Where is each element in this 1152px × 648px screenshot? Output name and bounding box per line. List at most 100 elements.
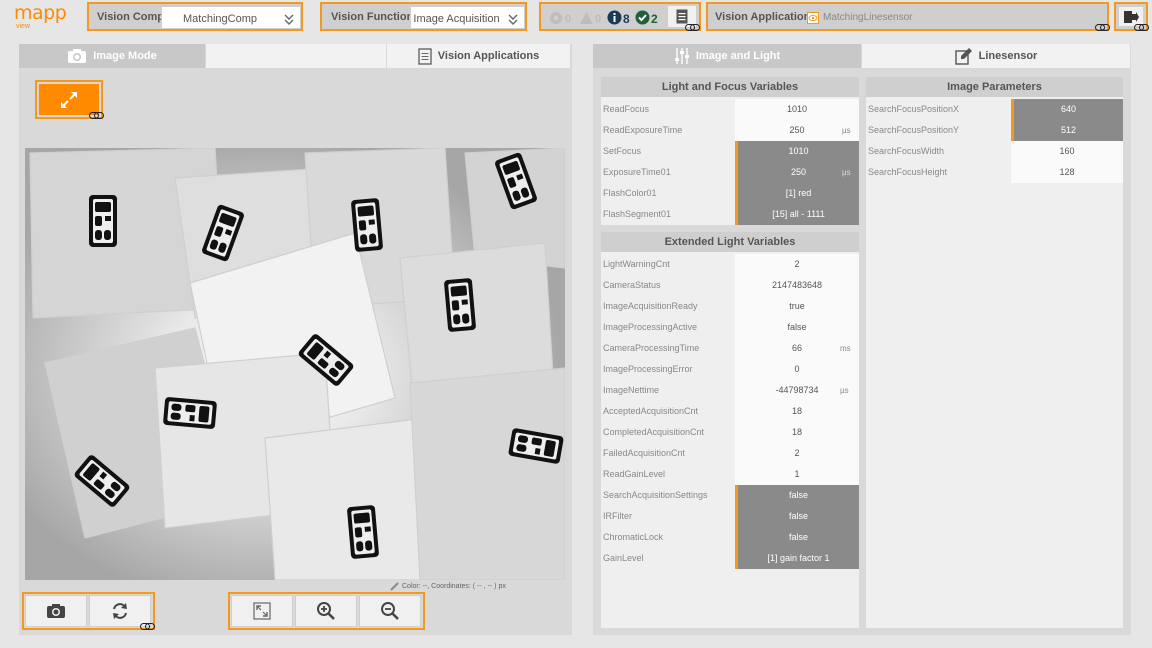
- variable-row: ChromaticLock false: [601, 527, 859, 548]
- variable-row: SearchFocusHeight 128: [866, 162, 1123, 183]
- variable-row: SearchFocusPositionY 512: [866, 120, 1123, 141]
- variable-label: SearchAcquisitionSettings: [603, 490, 708, 500]
- variable-row: ImageProcessingActive false: [601, 317, 859, 338]
- logo-sub: view: [16, 23, 31, 30]
- fit-to-screen-button[interactable]: [231, 595, 293, 627]
- logout-icon: [1124, 10, 1139, 23]
- warning-icon: [580, 12, 593, 24]
- fullscreen-toggle-button[interactable]: [39, 84, 99, 115]
- variable-value: 128: [1011, 162, 1123, 183]
- variable-label: IRFilter: [603, 511, 632, 521]
- vision-function-value: Image Acquisition: [413, 13, 500, 25]
- vision-component-dropdown[interactable]: MatchingComp: [161, 6, 301, 29]
- chevron-down-icon: [508, 14, 518, 25]
- variable-row: SearchFocusWidth 160: [866, 141, 1123, 162]
- variable-value-input[interactable]: false: [735, 485, 859, 506]
- variable-row: CompletedAcquisitionCnt 18: [601, 422, 859, 443]
- variable-label: CameraProcessingTime: [603, 343, 700, 353]
- vision-component-group: Vision Component: MatchingComp: [87, 2, 303, 31]
- tab-vision-applications[interactable]: Vision Applications: [387, 44, 570, 68]
- link-icon: [89, 112, 104, 119]
- tab-image-mode[interactable]: Image Mode: [19, 44, 205, 68]
- variable-value: 2: [735, 443, 859, 464]
- zoom-in-button[interactable]: [295, 595, 357, 627]
- variable-label: SearchFocusHeight: [868, 167, 948, 177]
- variable-value: 160: [1011, 141, 1123, 162]
- variable-label: ExposureTime01: [603, 167, 671, 177]
- tab-empty[interactable]: [206, 44, 386, 68]
- variable-label: GainLevel: [603, 553, 644, 563]
- variable-value-input[interactable]: 250: [735, 162, 859, 183]
- tab-image-and-light[interactable]: Image and Light: [593, 44, 861, 68]
- variable-value: 1: [735, 464, 859, 485]
- section-title: Image Parameters: [866, 77, 1123, 97]
- variable-label: CompletedAcquisitionCnt: [603, 427, 705, 437]
- color-coordinates-readout: Color: --, Coordinates: ( -- , -- ) px: [402, 583, 506, 590]
- variable-value-input[interactable]: 1010: [735, 141, 859, 162]
- document-icon: [418, 47, 432, 65]
- variable-value-input[interactable]: [1] red: [735, 183, 859, 204]
- variable-value-input[interactable]: 640: [1011, 99, 1123, 120]
- variable-label: FlashSegment01: [603, 209, 672, 219]
- zoom-out-button[interactable]: [359, 595, 421, 627]
- zoom-out-icon: [381, 602, 399, 620]
- variable-value-input[interactable]: 512: [1011, 120, 1123, 141]
- status-group: 0 0 8 2: [539, 2, 701, 31]
- exit-group: [1114, 2, 1149, 31]
- variable-label: ReadGainLevel: [603, 469, 666, 479]
- tab-label: Linesensor: [978, 50, 1038, 62]
- vision-application-value: MatchingLinesensor: [823, 12, 913, 23]
- tab-linesensor[interactable]: Linesensor: [862, 44, 1130, 68]
- variable-value: false: [735, 317, 859, 338]
- mapp-logo: mapp view: [14, 2, 67, 30]
- document-icon: [676, 9, 688, 24]
- variable-row: ReadExposureTime 250 µs: [601, 120, 859, 141]
- variable-value: 2147483648: [735, 275, 859, 296]
- variable-row: IRFilter false: [601, 506, 859, 527]
- variable-value-input[interactable]: [15] all - 1111: [735, 204, 859, 225]
- variable-label: AcceptedAcquisitionCnt: [603, 406, 699, 416]
- variable-label: ImageAcquisitionReady: [603, 301, 698, 311]
- variable-value: 18: [735, 401, 859, 422]
- vision-function-dropdown[interactable]: Image Acquisition: [410, 6, 525, 29]
- variable-row: ReadFocus 1010: [601, 99, 859, 120]
- refresh-icon: [113, 603, 127, 619]
- variable-label: LightWarningCnt: [603, 259, 670, 269]
- variable-value-input[interactable]: [1] gain factor 1: [735, 548, 859, 569]
- variable-row: GainLevel [1] gain factor 1: [601, 548, 859, 569]
- variable-value: 0: [735, 359, 859, 380]
- variable-unit: µs: [842, 168, 851, 177]
- variable-row: ReadGainLevel 1: [601, 464, 859, 485]
- check-icon: [635, 10, 650, 25]
- camera-image-view[interactable]: [25, 148, 565, 580]
- variable-label: FailedAcquisitionCnt: [603, 448, 686, 458]
- variable-label: ChromaticLock: [603, 532, 664, 542]
- info-count: 8: [623, 12, 630, 26]
- variable-value: true: [735, 296, 859, 317]
- camera-icon: [47, 604, 65, 618]
- variable-label: SearchFocusWidth: [868, 146, 945, 156]
- variable-label: SearchFocusPositionX: [868, 104, 960, 114]
- camera-image: [25, 148, 565, 580]
- variable-value-input[interactable]: false: [735, 527, 859, 548]
- link-icon: [685, 24, 700, 31]
- edit-icon: [954, 48, 972, 65]
- variable-label: CameraStatus: [603, 280, 661, 290]
- sliders-icon: [674, 48, 689, 64]
- capture-button[interactable]: [25, 595, 87, 627]
- variable-row: ImageAcquisitionReady true: [601, 296, 859, 317]
- link-icon: [140, 623, 155, 630]
- vision-component-value: MatchingComp: [183, 13, 257, 25]
- pipette-icon: [390, 582, 399, 591]
- expand-icon: [61, 91, 77, 108]
- vision-application-label: Vision Application:: [715, 11, 815, 23]
- section-title: Light and Focus Variables: [601, 77, 859, 97]
- link-icon: [1095, 24, 1110, 31]
- info-icon: [607, 10, 622, 25]
- variable-value-input[interactable]: false: [735, 506, 859, 527]
- variable-label: ImageProcessingActive: [603, 322, 698, 332]
- variable-row: FlashColor01 [1] red: [601, 183, 859, 204]
- variable-value: 2: [735, 254, 859, 275]
- variable-label: FlashColor01: [603, 188, 657, 198]
- gear-count: 0: [565, 13, 572, 25]
